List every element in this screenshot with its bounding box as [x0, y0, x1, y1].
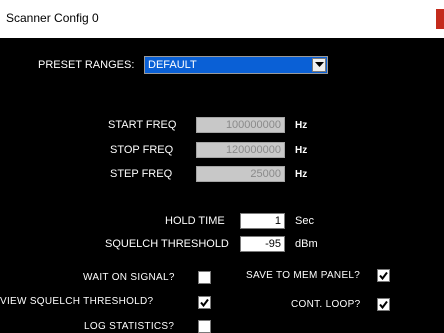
- window-title: Scanner Config 0: [6, 11, 99, 25]
- cont-loop-label: CONT. LOOP?: [291, 299, 361, 310]
- hold-time-label: HOLD TIME: [165, 215, 225, 227]
- preset-ranges-select[interactable]: DEFAULT: [144, 56, 328, 74]
- log-statistics-label: LOG STATISTICS?: [84, 321, 175, 332]
- squelch-threshold-label: SQUELCH THRESHOLD: [105, 238, 229, 250]
- wait-on-signal-checkbox[interactable]: [198, 271, 211, 284]
- step-freq-unit: Hz: [295, 169, 308, 180]
- preset-ranges-value: DEFAULT: [148, 59, 197, 71]
- log-statistics-checkbox[interactable]: [198, 320, 211, 333]
- squelch-threshold-unit: dBm: [295, 238, 318, 250]
- squelch-threshold-field[interactable]: -95: [240, 236, 285, 252]
- checkmark-icon: [200, 298, 209, 307]
- start-freq-unit: Hz: [295, 120, 308, 131]
- checkmark-icon: [379, 271, 388, 280]
- save-to-mem-panel-checkbox[interactable]: [377, 269, 390, 282]
- step-freq-field[interactable]: 25000: [196, 166, 285, 182]
- cont-loop-checkbox[interactable]: [377, 298, 390, 311]
- wait-on-signal-label: WAIT ON SIGNAL?: [83, 272, 175, 283]
- stop-freq-unit: Hz: [295, 145, 308, 156]
- start-freq-field[interactable]: 100000000: [196, 117, 285, 133]
- title-bar: Scanner Config 0: [0, 0, 444, 38]
- stop-freq-label: STOP FREQ: [110, 144, 174, 156]
- stop-freq-field[interactable]: 120000000: [196, 142, 285, 158]
- checkmark-icon: [379, 300, 388, 309]
- chevron-down-icon: [315, 62, 324, 67]
- config-panel: PRESET RANGES: DEFAULT START FREQ 100000…: [0, 38, 444, 333]
- dropdown-button[interactable]: [312, 58, 326, 72]
- close-button[interactable]: [436, 9, 444, 29]
- save-to-mem-panel-label: SAVE TO MEM PANEL?: [246, 270, 361, 281]
- view-squelch-threshold-checkbox[interactable]: [198, 296, 211, 309]
- view-squelch-threshold-label: VIEW SQUELCH THRESHOLD?: [0, 296, 154, 307]
- step-freq-label: STEP FREQ: [110, 168, 173, 180]
- hold-time-field[interactable]: 1: [240, 213, 285, 229]
- start-freq-label: START FREQ: [108, 119, 177, 131]
- hold-time-unit: Sec: [295, 215, 314, 227]
- preset-ranges-label: PRESET RANGES:: [38, 59, 135, 71]
